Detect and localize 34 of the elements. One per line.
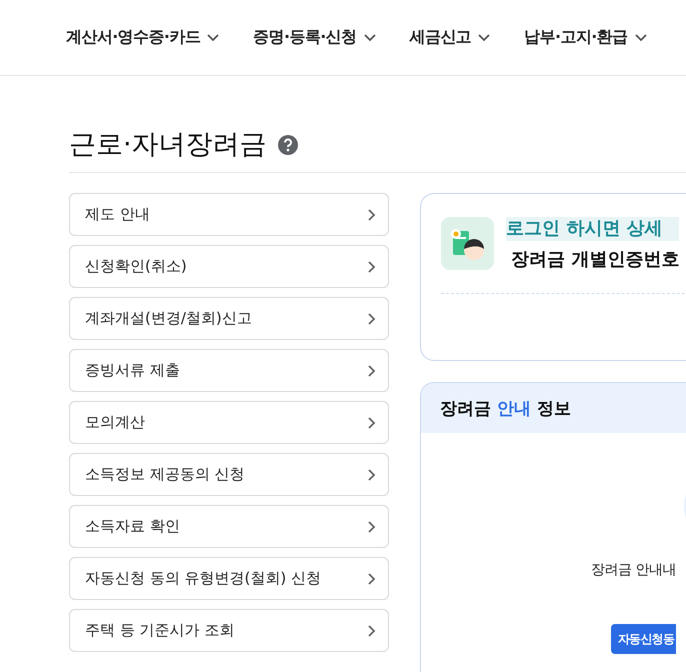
info-card-title: 장려금 안내 정보 [440,398,571,420]
auto-apply-button[interactable]: 자동신청동 [611,624,676,654]
chevron-down-icon [478,34,490,42]
nav-menu-item[interactable]: 세금신고 [410,27,490,48]
chevron-right-icon [368,312,376,324]
chevron-right-icon [368,468,376,480]
help-icon[interactable] [276,134,299,156]
side-menu-item[interactable]: 제도 안내 [69,193,389,236]
side-menu-item[interactable]: 증빙서류 제출 [69,349,389,392]
side-menu-item[interactable]: 신청확인(취소) [69,245,389,288]
login-prompt: 로그인 하시면 상세 [506,217,680,241]
nav-menu-item[interactable]: 납부·고지·환급 [524,27,646,48]
chevron-right-icon [368,416,376,428]
nav-menu-item[interactable]: 계산서·영수증·카드 [66,27,220,48]
side-menu-item[interactable]: 모의계산 [69,401,389,444]
info-message: 장려금 안내내 [591,561,676,579]
certificate-number-text: 장려금 개별인증번호 [510,248,680,271]
chevron-down-icon [207,34,220,42]
side-menu-item[interactable]: 계좌개설(변경/철회)신고 [69,297,389,340]
chevron-down-icon [364,34,376,42]
chevron-down-icon [634,34,646,42]
side-menu-item[interactable]: 주택 등 기준시가 조회 [69,609,389,652]
chevron-right-icon [368,364,376,376]
nav-menu-item[interactable]: 증명·등록·신청 [253,27,376,48]
chevron-right-icon [368,520,376,532]
side-menu-item[interactable]: 자동신청 동의 유형변경(철회) 신청 [69,557,389,600]
chevron-right-icon [368,260,376,272]
chevron-right-icon [368,624,376,636]
side-menu-item[interactable]: 소득자료 확인 [69,505,389,548]
chevron-right-icon [368,572,376,584]
side-menu-item[interactable]: 소득정보 제공동의 신청 [69,453,389,496]
chevron-right-icon [368,208,376,220]
document-person-icon [441,217,494,270]
page-title: 근로·자녀장려금 [69,128,267,162]
